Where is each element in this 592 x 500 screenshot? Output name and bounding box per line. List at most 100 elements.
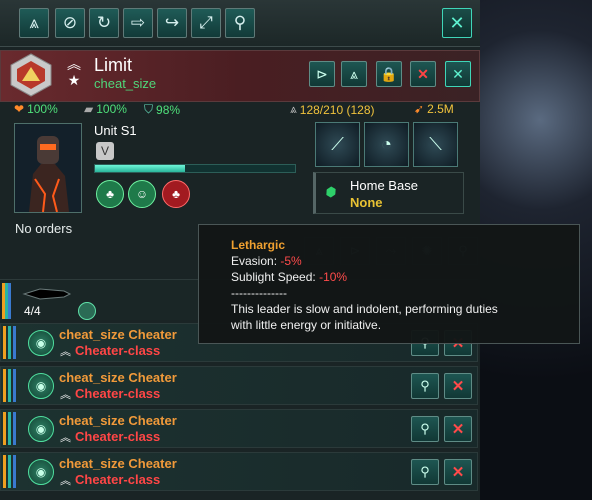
ship-name: cheat_size Cheater xyxy=(59,327,177,342)
squad-type-icon xyxy=(78,302,96,320)
repeat-icon: ↻ xyxy=(96,13,112,32)
trait-icon: ♣ xyxy=(106,187,114,201)
armor-icon: ▰ xyxy=(84,102,94,116)
lethargic-icon: ♣ xyxy=(172,187,180,201)
tooltip-title: Lethargic xyxy=(231,238,286,252)
ship-design-cell-3[interactable]: ⟍ xyxy=(413,122,458,167)
lock-icon: 🔒 xyxy=(380,65,398,82)
shield-stat: ⛉ 98% xyxy=(144,102,181,117)
ship-row[interactable]: ◉ cheat_size Cheater ︽ Cheater-class ⚲ ✕ xyxy=(0,409,478,448)
trait-lethargic-icon[interactable]: ♣ xyxy=(162,180,190,208)
leader-xp-bar xyxy=(94,164,296,173)
leader-name: Unit S1 xyxy=(94,123,137,138)
ship-scrap-button[interactable]: ✕ xyxy=(444,373,472,399)
ship-rank-icon: ︽ xyxy=(60,346,71,358)
power-stat: ➹ 2.5M xyxy=(414,102,454,116)
trait-icon-2[interactable]: ☺ xyxy=(128,180,156,208)
cancel-orders-button[interactable]: ⊘ xyxy=(55,8,85,38)
fleet-icon: ⩓ xyxy=(350,65,358,82)
move-button[interactable]: ⇨ xyxy=(123,8,153,38)
move-icon: ⇨ xyxy=(130,13,146,32)
ship-class: Cheater-class xyxy=(75,386,161,401)
fleet-manager-button[interactable]: ⩓ xyxy=(341,61,367,87)
home-base-title: Home Base xyxy=(350,178,418,193)
ship-rank-icon: ︽ xyxy=(60,432,71,444)
squad-ship-icon xyxy=(22,288,72,300)
return-icon: ↪ xyxy=(164,13,180,32)
ship-row-stripes xyxy=(3,369,21,402)
tooltip-speed: Sublight Speed: -10% xyxy=(231,270,348,284)
return-button[interactable]: ↪ xyxy=(157,8,187,38)
cancel-icon: ⊘ xyxy=(62,13,78,32)
armor-stat: ▰ 100% xyxy=(84,102,127,116)
ship-class: Cheater-class xyxy=(75,343,161,358)
scrap-icon: ✕ xyxy=(451,464,465,481)
power-icon: ➹ xyxy=(414,102,425,116)
trait-icon: ☺ xyxy=(135,187,149,201)
upgrade-icon: ⚲ xyxy=(420,378,430,393)
home-base-icon xyxy=(324,185,338,199)
repeat-button[interactable]: ↻ xyxy=(89,8,119,38)
ship-class: Cheater-class xyxy=(75,429,161,444)
ship-upgrade-button[interactable]: ⚲ xyxy=(411,373,439,399)
leader-portrait[interactable] xyxy=(14,123,82,213)
ship-row-stripes xyxy=(3,412,21,445)
ship-icon: ⟍ xyxy=(429,134,442,154)
upgrade-icon: ⊳ xyxy=(316,65,328,82)
ship-icon: ⟋ xyxy=(331,134,344,154)
fleet-name[interactable]: Limit xyxy=(94,55,132,76)
leader-portrait-image xyxy=(15,124,81,213)
ship-row-stripes xyxy=(3,326,21,359)
trait-icon-1[interactable]: ♣ xyxy=(96,180,124,208)
fleet-rank-icon: ︽ ★ xyxy=(67,56,81,88)
home-base-box[interactable]: Home Base None xyxy=(313,172,464,214)
heart-icon: ❤ xyxy=(14,102,25,116)
ship-row[interactable]: ◉ cheat_size Cheater ︽ Cheater-class ⚲ ✕ xyxy=(0,452,478,491)
merge-icon: ⤢ xyxy=(199,13,213,32)
upgrade-button[interactable]: ⊳ xyxy=(309,61,335,87)
tooltip-divider: -------------- xyxy=(231,286,287,300)
lock-button[interactable]: 🔒 xyxy=(376,61,402,87)
ship-design-cell-2[interactable]: ◔ xyxy=(364,122,409,167)
home-base-value: None xyxy=(350,195,383,210)
ship-eye-icon: ◉ xyxy=(28,416,54,442)
ship-rank-icon: ︽ xyxy=(60,475,71,487)
squad-count: 4/4 xyxy=(24,304,41,318)
upgrade-icon: ⚲ xyxy=(420,464,430,479)
ship-name: cheat_size Cheater xyxy=(59,413,177,428)
tooltip-description-line-2: with little energy or initiative. xyxy=(231,318,382,332)
ship-upgrade-button[interactable]: ⚲ xyxy=(411,459,439,485)
fleet-stats: ❤ 100% ▰ 100% ⛉ 98% ⩓ 128/210 (128) ➹ 2.5M xyxy=(0,101,478,119)
merge-button[interactable]: ⤢ xyxy=(191,8,221,38)
ship-eye-icon: ◉ xyxy=(28,330,54,356)
ship-design-cell-1[interactable]: ⟋ xyxy=(315,122,360,167)
disband-icon: ✕ xyxy=(417,65,429,82)
scout-icon: ⚲ xyxy=(233,13,247,32)
ship-upgrade-button[interactable]: ⚲ xyxy=(411,416,439,442)
ship-eye-icon: ◉ xyxy=(28,373,54,399)
fleet-header: ︽ ★ Limit cheat_size ⊳ ⩓ 🔒 ✕ ✕ xyxy=(0,50,480,102)
ship-scrap-button[interactable]: ✕ xyxy=(444,459,472,485)
fleet-stance-button[interactable]: ⩓ xyxy=(19,8,49,38)
shield-icon: ⛉ xyxy=(144,102,154,116)
ship-row-stripes xyxy=(3,455,21,488)
ship-scrap-button[interactable]: ✕ xyxy=(444,416,472,442)
leader-xp-fill xyxy=(95,165,185,172)
close-icon: ✕ xyxy=(449,12,465,33)
disband-button[interactable]: ✕ xyxy=(410,61,436,87)
header-close-button[interactable]: ✕ xyxy=(445,61,471,87)
leader-rank-badge: V xyxy=(96,142,114,160)
scrap-icon: ✕ xyxy=(451,378,465,395)
leader-box: Unit S1 V ♣ ☺ ♣ xyxy=(12,121,296,217)
fleet-icon: ⩓ xyxy=(29,13,39,32)
tooltip-evasion: Evasion: -5% xyxy=(231,254,302,268)
close-button[interactable]: ✕ xyxy=(442,8,472,38)
ship-icon: ◔ xyxy=(381,134,392,154)
upgrade-icon: ⚲ xyxy=(420,421,430,436)
health-stat: ❤ 100% xyxy=(14,102,58,116)
scout-button[interactable]: ⚲ xyxy=(225,8,255,38)
ship-rank-icon: ︽ xyxy=(60,389,71,401)
ship-name: cheat_size Cheater xyxy=(59,370,177,385)
ship-row[interactable]: ◉ cheat_size Cheater ︽ Cheater-class ⚲ ✕ xyxy=(0,366,478,405)
fleet-owner: cheat_size xyxy=(94,76,157,91)
